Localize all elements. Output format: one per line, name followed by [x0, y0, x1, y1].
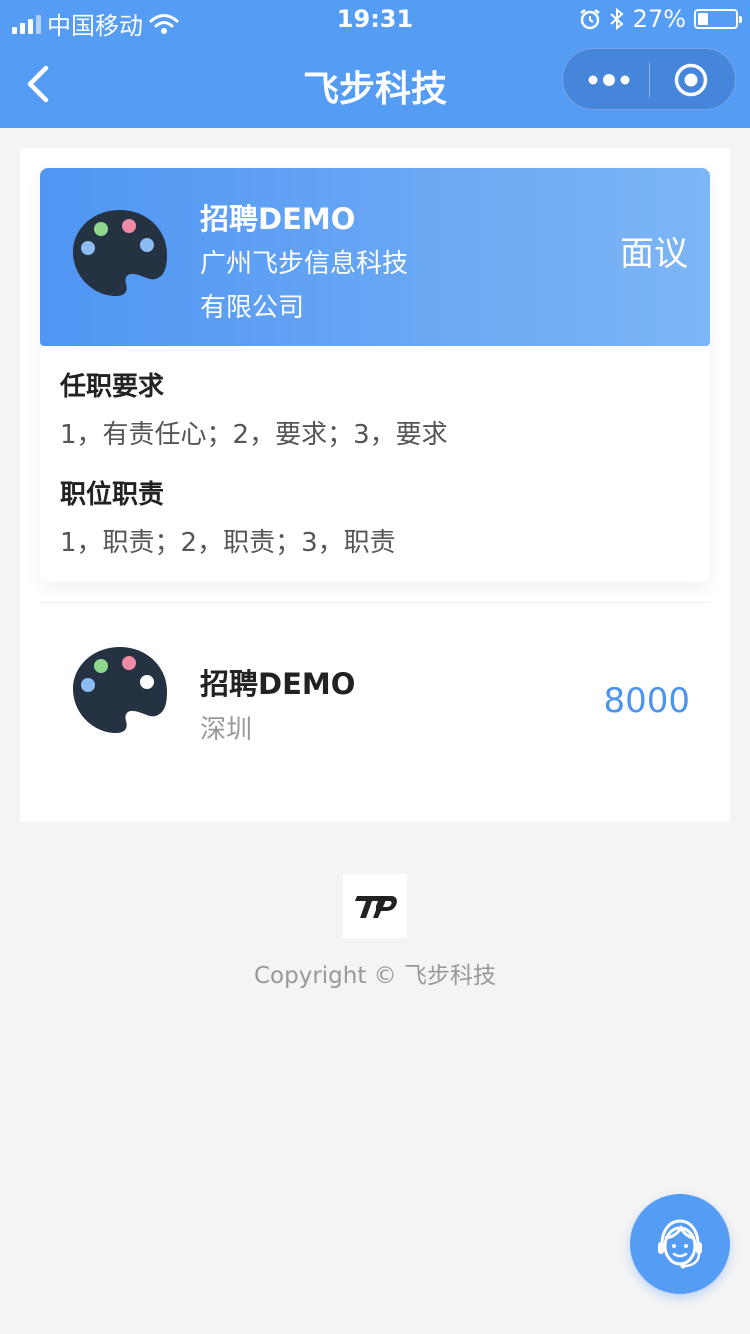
job-list-title: 招聘DEMO [200, 667, 356, 701]
customer-service-icon [658, 1219, 702, 1269]
job-list-location: 深圳 [200, 715, 253, 745]
job-list-item[interactable]: 招聘DEMO 深圳 8000 [40, 602, 710, 802]
customer-service-button[interactable] [630, 1194, 730, 1294]
bluetooth-icon [609, 7, 624, 31]
status-right: 27% [579, 5, 742, 33]
alarm-icon [579, 9, 600, 30]
palette-icon [73, 210, 167, 296]
nav-bar: 飞步科技 [0, 40, 750, 128]
duties-heading: 职位职责 [60, 480, 165, 510]
job-title: 招聘DEMO [200, 202, 356, 236]
capsule-divider [649, 63, 650, 97]
job-list-salary: 8000 [603, 681, 690, 721]
battery-percent: 27% [632, 5, 686, 33]
salary-label: 面议 [620, 234, 688, 274]
company-logo-icon [343, 874, 407, 938]
main-content: 招聘DEMO 广州飞步信息科技 有限公司 面议 任职要求 1，有责任心；2，要求… [20, 148, 730, 822]
copyright-text: Copyright © 飞步科技 [253, 963, 496, 989]
company-name: 广州飞步信息科技 有限公司 [200, 242, 460, 330]
target-icon[interactable] [673, 62, 709, 98]
duties-text: 1，职责；2，职责；3，职责 [60, 528, 396, 558]
company-name-line-1: 广州飞步信息科技 [200, 249, 409, 279]
battery-icon [694, 9, 742, 29]
status-bar: 中国移动 19:31 27% [0, 0, 750, 40]
palette-icon [73, 647, 167, 733]
company-name-line-2: 有限公司 [200, 293, 305, 323]
mini-program-capsule [562, 48, 736, 110]
job-detail-card[interactable]: 招聘DEMO 广州飞步信息科技 有限公司 面议 任职要求 1，有责任心；2，要求… [40, 168, 710, 582]
requirements-heading: 任职要求 [60, 372, 165, 402]
job-detail-header: 招聘DEMO 广州飞步信息科技 有限公司 面议 [40, 168, 710, 346]
requirements-text: 1，有责任心；2，要求；3，要求 [60, 420, 448, 450]
more-icon[interactable] [585, 70, 633, 90]
